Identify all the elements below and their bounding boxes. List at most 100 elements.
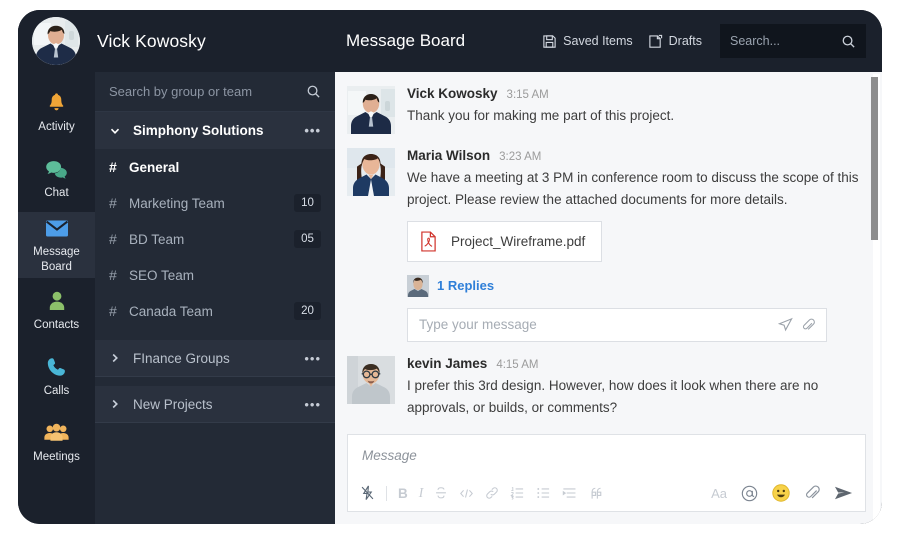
attach-icon[interactable] [801, 318, 815, 332]
drafts-button[interactable]: Drafts [648, 34, 702, 49]
group-menu-button[interactable]: ••• [304, 351, 321, 366]
message-header: kevin James 4:15 AM [407, 356, 864, 371]
sidebar-item-meetings[interactable]: Meetings [18, 410, 95, 476]
group-name: Simphony Solutions [133, 123, 264, 138]
chevron-down-icon[interactable] [109, 125, 121, 137]
group-name: FInance Groups [133, 350, 230, 366]
channel-name: Marketing Team [129, 195, 225, 211]
left-rail: Activity Chat Message Board Contacts Cal… [18, 72, 95, 524]
hash-icon: # [109, 231, 117, 247]
pdf-file-icon [420, 231, 437, 252]
message-item: kevin James 4:15 AM I prefer this 3rd de… [347, 355, 864, 419]
message-body: Maria Wilson 3:23 AM We have a meeting a… [407, 148, 864, 342]
sidebar-item-message-board[interactable]: Message Board [18, 212, 95, 278]
chevron-right-icon[interactable] [109, 398, 121, 410]
unread-badge: 20 [294, 302, 321, 320]
envelope-icon [45, 216, 69, 240]
channel-name: SEO Team [129, 267, 195, 283]
hash-icon: # [109, 159, 117, 175]
text-format-icon[interactable]: Aa [711, 486, 727, 501]
message-text: Thank you for making me part of this pro… [407, 108, 675, 123]
thread-replies[interactable]: 1 Replies [407, 274, 864, 297]
link-icon[interactable] [485, 486, 499, 500]
drafts-label: Drafts [668, 34, 702, 48]
group-menu-button[interactable]: ••• [304, 123, 321, 138]
saved-items-button[interactable]: Saved Items [542, 34, 633, 49]
thread-reply-placeholder: Type your message [419, 317, 537, 333]
page-title: Message Board [346, 31, 466, 50]
sidebar-item-label: Meetings [33, 451, 80, 464]
channel-search-placeholder: Search by group or team [109, 84, 253, 99]
channel-item-general[interactable]: # General [95, 149, 335, 185]
bullet-list-icon[interactable] [536, 486, 551, 500]
strikethrough-icon[interactable] [434, 486, 448, 500]
composer-right-tools: Aa [711, 484, 853, 502]
message-author: Maria Wilson [407, 148, 491, 163]
message-body: Vick Kowosky 3:15 AM Thank you for makin… [407, 86, 864, 134]
unread-badge: 10 [294, 194, 321, 212]
top-bar-user-section: Vick Kowosky [18, 10, 335, 72]
indent-icon[interactable] [562, 486, 577, 500]
channel-item-canada-team[interactable]: # Canada Team 20 [95, 293, 335, 329]
emoji-icon[interactable] [772, 484, 790, 502]
attachment-filename: Project_Wireframe.pdf [451, 233, 586, 249]
channel-search-input[interactable]: Search by group or team [95, 72, 335, 112]
sidebar-item-activity[interactable]: Activity [18, 80, 95, 146]
message-header: Vick Kowosky 3:15 AM [407, 86, 864, 101]
scrollbar-thumb[interactable] [871, 77, 878, 240]
ordered-list-icon[interactable] [510, 486, 525, 500]
bold-icon[interactable]: B [398, 486, 408, 501]
send-icon[interactable] [834, 485, 853, 501]
lightning-icon[interactable] [360, 485, 375, 501]
sidebar-item-label: Activity [38, 121, 75, 134]
search-icon[interactable] [306, 84, 321, 99]
search-input[interactable]: Search... [720, 24, 866, 58]
replies-link[interactable]: 1 Replies [437, 278, 494, 293]
thread-reply-input[interactable]: Type your message [407, 307, 827, 342]
sidebar-item-label: Contacts [33, 319, 80, 332]
channel-item-seo-team[interactable]: # SEO Team [95, 257, 335, 293]
channel-item-marketing-team[interactable]: # Marketing Team 10 [95, 185, 335, 221]
blockquote-icon[interactable] [588, 486, 603, 501]
channel-item-bd-team[interactable]: # BD Team 05 [95, 221, 335, 257]
scrollbar-track[interactable] [871, 74, 880, 522]
message-item: Maria Wilson 3:23 AM We have a meeting a… [347, 148, 864, 342]
code-icon[interactable] [459, 487, 474, 500]
message-composer[interactable]: Message B I Aa [347, 434, 866, 512]
sidebar-item-calls[interactable]: Calls [18, 344, 95, 410]
message-text: We have a meeting at 3 PM in conference … [407, 170, 859, 207]
top-bar-board-section: Message Board Saved Items Drafts Search.… [335, 10, 882, 72]
message-header: Maria Wilson 3:23 AM [407, 148, 864, 163]
italic-icon[interactable]: I [419, 485, 424, 501]
group-header-new-projects[interactable]: New Projects ••• [95, 386, 335, 423]
chevron-right-icon[interactable] [109, 352, 121, 364]
hash-icon: # [109, 267, 117, 283]
mention-icon[interactable] [741, 485, 758, 502]
message-item: Vick Kowosky 3:15 AM Thank you for makin… [347, 86, 864, 134]
app-window: Vick Kowosky Message Board Saved Items D… [18, 10, 882, 524]
group-menu-button[interactable]: ••• [304, 397, 321, 412]
sidebar-item-chat[interactable]: Chat [18, 146, 95, 212]
avatar[interactable] [347, 355, 395, 404]
avatar[interactable] [347, 148, 395, 196]
message-board-main: Vick Kowosky 3:15 AM Thank you for makin… [335, 72, 882, 524]
sidebar-item-contacts[interactable]: Contacts [18, 278, 95, 344]
user-name: Vick Kowosky [97, 30, 206, 51]
sidebar-item-label: Calls [43, 385, 70, 398]
send-icon[interactable] [778, 317, 793, 332]
search-placeholder: Search... [730, 34, 781, 48]
sidebar-item-label: Chat [44, 187, 69, 200]
attachment-chip[interactable]: Project_Wireframe.pdf [407, 220, 603, 262]
avatar[interactable] [32, 17, 80, 65]
composer-toolbar: B I Aa [348, 484, 865, 511]
group-header-simphony-solutions[interactable]: Simphony Solutions ••• [95, 112, 335, 149]
search-icon[interactable] [841, 34, 856, 49]
saved-items-label: Saved Items [563, 34, 633, 48]
avatar[interactable] [347, 86, 395, 134]
group-header-finance-groups[interactable]: FInance Groups ••• [95, 340, 335, 377]
channel-name: BD Team [129, 231, 185, 247]
top-bar-actions: Saved Items Drafts Search... [542, 24, 866, 58]
attach-icon[interactable] [804, 485, 820, 501]
save-disk-icon [542, 34, 557, 49]
message-timestamp: 3:15 AM [506, 89, 549, 101]
